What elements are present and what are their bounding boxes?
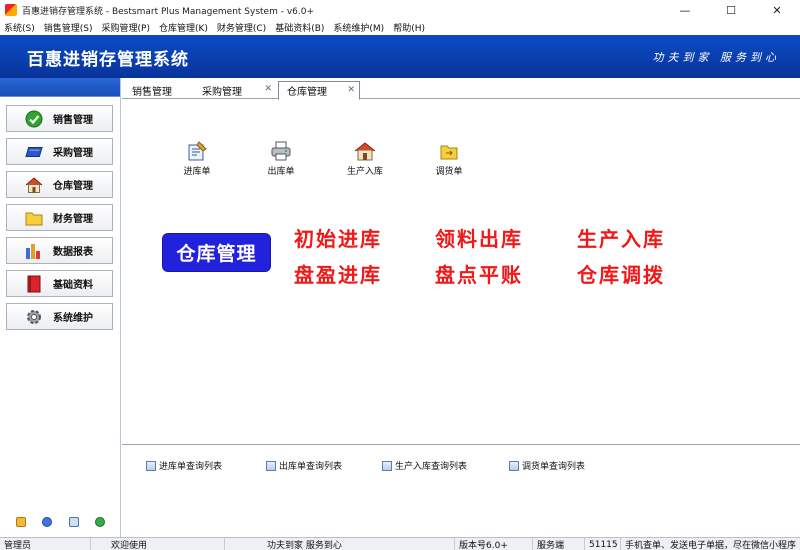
sidebar-item-basic-data[interactable]: 基础资料 — [6, 270, 113, 297]
material-outbound-link[interactable]: 领料出库 — [435, 223, 523, 252]
blue-card-icon — [25, 143, 43, 161]
outbound-query-link[interactable]: 出库单查询列表 — [266, 459, 342, 472]
window-controls: — ☐ ✕ — [662, 0, 800, 20]
sidebar-item-label: 销售管理 — [53, 115, 93, 126]
tab-warehouse[interactable]: 仓库管理 ✕ — [278, 81, 360, 100]
maximize-button[interactable]: ☐ — [708, 0, 754, 20]
sidebar-item-label: 采购管理 — [53, 148, 93, 159]
status-version: 版本号6.0+ — [454, 538, 532, 550]
menu-sales[interactable]: 销售管理(S) — [44, 21, 93, 34]
menu-purchase[interactable]: 采购管理(P) — [102, 21, 150, 34]
menu-basic-data[interactable]: 基础资料(B) — [275, 21, 324, 34]
exit-icon[interactable] — [94, 517, 105, 527]
info-icon[interactable] — [42, 517, 53, 527]
tab-strip: 销售管理 采购管理 ✕ 仓库管理 ✕ — [122, 78, 800, 100]
production-inbound-button[interactable]: 生产入库 — [335, 140, 395, 177]
sidebar-item-label: 系统维护 — [53, 313, 93, 324]
outbound-doc-button[interactable]: 出库单 — [251, 140, 311, 177]
house-icon — [354, 140, 376, 162]
production-query-link[interactable]: 生产入库查询列表 — [382, 459, 467, 472]
red-book-icon — [25, 275, 43, 293]
warehouse-transfer-link[interactable]: 仓库调拨 — [577, 259, 665, 288]
menu-warehouse[interactable]: 仓库管理(K) — [159, 21, 208, 34]
sidebar: 销售管理 采购管理 仓库管理 财务管理 数据报表 基础资料 系统维护 — [0, 78, 121, 537]
app-title: 百惠进销存管理系统 — [27, 50, 189, 70]
status-marquee: 手机查单、发送电子单据，尽在微信小程序 — [620, 538, 800, 550]
tab-label: 销售管理 — [132, 86, 172, 98]
list-icon — [266, 460, 276, 471]
app-icon — [5, 4, 17, 16]
edit-icon[interactable] — [16, 517, 27, 527]
surplus-inbound-link[interactable]: 盘盈进库 — [294, 259, 382, 288]
sidebar-item-label: 数据报表 — [53, 247, 93, 258]
query-label: 生产入库查询列表 — [395, 462, 468, 472]
sidebar-header — [0, 78, 120, 97]
gear-icon — [25, 308, 43, 326]
status-slogan: 功夫到家 服务到心 — [224, 538, 454, 550]
list-icon — [146, 460, 156, 471]
menu-bar: 系统(S) 销售管理(S) 采购管理(P) 仓库管理(K) 财务管理(C) 基础… — [0, 20, 800, 35]
inbound-query-link[interactable]: 进库单查询列表 — [146, 459, 222, 472]
tool-label: 调货单 — [435, 167, 463, 177]
tab-close-icon[interactable]: ✕ — [264, 84, 272, 94]
close-button[interactable]: ✕ — [754, 0, 800, 20]
banner-slogan: 功夫到家 服务到心 — [652, 51, 780, 64]
query-label: 调货单查询列表 — [522, 462, 586, 472]
status-bar: 管理员 欢迎使用 功夫到家 服务到心 版本号6.0+ 服务端 51115 手机查… — [0, 537, 800, 550]
status-port: 51115 — [584, 538, 620, 550]
tool-label: 出库单 — [267, 167, 295, 177]
window-icon[interactable] — [68, 517, 79, 527]
list-icon — [382, 460, 392, 471]
folder-transfer-icon — [438, 140, 460, 162]
tab-label: 采购管理 — [202, 86, 242, 98]
sidebar-item-reports[interactable]: 数据报表 — [6, 237, 113, 264]
sidebar-item-label: 基础资料 — [53, 280, 93, 291]
sidebar-item-label: 仓库管理 — [53, 181, 93, 192]
folder-icon — [25, 209, 43, 227]
status-mode: 服务端 — [532, 538, 584, 550]
header-banner: 百惠进销存管理系统 功夫到家 服务到心 — [0, 35, 800, 78]
query-label: 进库单查询列表 — [159, 462, 223, 472]
sidebar-item-warehouse[interactable]: 仓库管理 — [6, 171, 113, 198]
main-content: 销售管理 采购管理 ✕ 仓库管理 ✕ 进库单 出库单 生产入库 调货单 仓库管理… — [122, 78, 800, 537]
minimize-button[interactable]: — — [662, 0, 708, 20]
sidebar-footer — [0, 508, 121, 536]
list-icon — [509, 460, 519, 471]
query-label: 出库单查询列表 — [279, 462, 343, 472]
house-icon — [25, 176, 43, 194]
production-inbound-link[interactable]: 生产入库 — [577, 223, 665, 252]
menu-maintenance[interactable]: 系统维护(M) — [333, 21, 384, 34]
inbound-doc-button[interactable]: 进库单 — [167, 140, 227, 177]
check-circle-icon — [25, 110, 43, 128]
printer-icon — [270, 140, 292, 162]
status-user: 管理员 — [4, 541, 32, 550]
stocktake-balance-link[interactable]: 盘点平账 — [435, 259, 523, 288]
inbound-doc-icon — [186, 140, 208, 162]
sidebar-item-maintenance[interactable]: 系统维护 — [6, 303, 113, 330]
menu-finance[interactable]: 财务管理(C) — [217, 21, 266, 34]
tool-label: 生产入库 — [346, 167, 383, 177]
window-title: 百惠进销存管理系统 - Bestsmart Plus Management Sy… — [22, 6, 314, 17]
query-panel: 进库单查询列表 出库单查询列表 生产入库查询列表 调货单查询列表 — [122, 444, 800, 537]
title-bar: 百惠进销存管理系统 - Bestsmart Plus Management Sy… — [0, 0, 800, 20]
tab-sales[interactable]: 销售管理 — [124, 81, 194, 99]
tool-label: 进库单 — [183, 167, 211, 177]
transfer-doc-button[interactable]: 调货单 — [419, 140, 479, 177]
menu-system[interactable]: 系统(S) — [4, 21, 35, 34]
tab-close-icon[interactable]: ✕ — [347, 85, 355, 95]
initial-inbound-link[interactable]: 初始进库 — [294, 223, 382, 252]
transfer-query-link[interactable]: 调货单查询列表 — [509, 459, 585, 472]
tab-label: 仓库管理 — [287, 87, 327, 98]
menu-help[interactable]: 帮助(H) — [393, 21, 425, 34]
bar-report-icon — [25, 242, 43, 260]
status-welcome: 欢迎使用 — [90, 538, 224, 550]
sidebar-item-label: 财务管理 — [53, 214, 93, 225]
sidebar-item-sales[interactable]: 销售管理 — [6, 105, 113, 132]
tab-purchase[interactable]: 采购管理 ✕ — [194, 81, 276, 99]
sidebar-item-purchase[interactable]: 采购管理 — [6, 138, 113, 165]
module-badge: 仓库管理 — [163, 234, 270, 271]
sidebar-item-finance[interactable]: 财务管理 — [6, 204, 113, 231]
